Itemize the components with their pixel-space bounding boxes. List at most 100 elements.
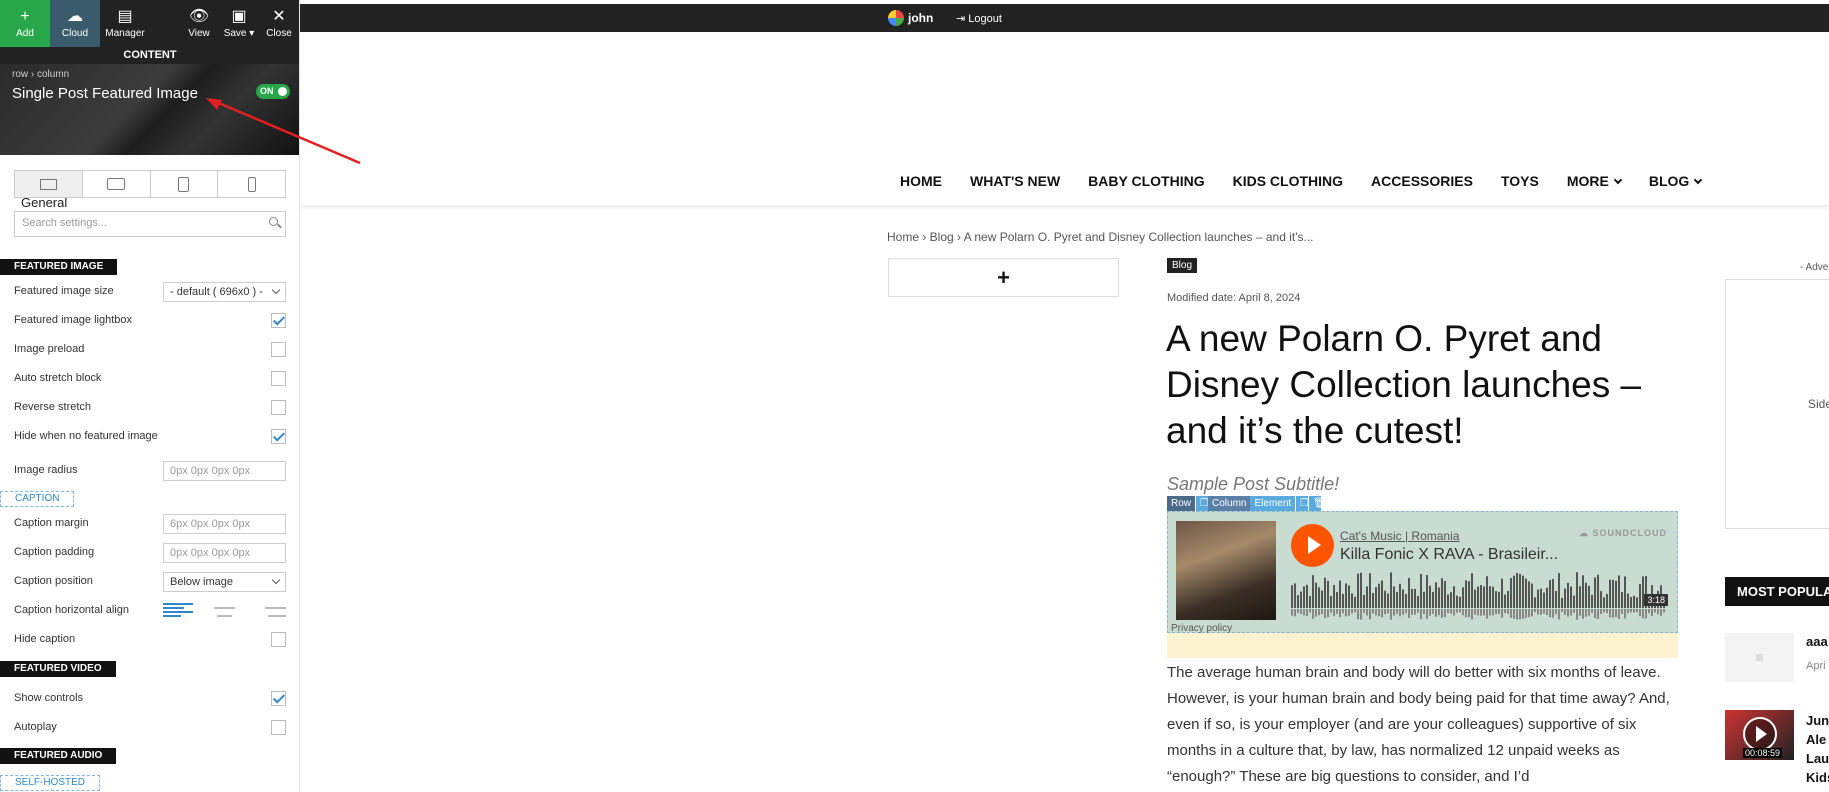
waveform-bar (1543, 592, 1545, 608)
caption-padding-input[interactable]: 0px 0px 0px 0px (163, 543, 286, 563)
nav-item-accessories[interactable]: ACCESSORIES (1371, 173, 1473, 189)
waveform-reflection (1525, 609, 1527, 618)
admin-user[interactable]: john (888, 10, 933, 26)
waveform-reflection (1648, 609, 1650, 614)
nav-item-baby-clothing[interactable]: BABY CLOTHING (1088, 173, 1204, 189)
device-switcher (14, 170, 286, 198)
view-button[interactable]: 👁 View (179, 0, 219, 47)
waveform-bar (1321, 590, 1323, 608)
category-badge[interactable]: Blog (1167, 258, 1198, 273)
waveform-reflection (1375, 609, 1377, 616)
setting-reverse: Reverse stretch (14, 398, 286, 418)
popular-thumb-2[interactable]: 00:08:59 (1725, 710, 1794, 760)
desktop-icon[interactable] (15, 171, 83, 197)
stretch-checkbox[interactable] (271, 371, 286, 386)
popular-title-1[interactable]: aaa (1806, 634, 1828, 649)
element-toggle[interactable]: ON (256, 84, 290, 99)
waveform-reflection (1495, 609, 1497, 615)
nav-item-whats-new[interactable]: WHAT'S NEW (970, 173, 1060, 189)
settings-search-input[interactable]: Search settings... (14, 211, 286, 237)
waveform-reflection (1438, 609, 1440, 616)
trash-icon[interactable]: 🗑 (1308, 496, 1326, 511)
waveform[interactable] (1291, 572, 1668, 620)
waveform-bar (1468, 581, 1470, 608)
waveform-bar (1393, 586, 1395, 608)
waveform-reflection (1486, 609, 1488, 619)
track-artist[interactable]: Cat's Music | Romania (1340, 529, 1459, 543)
soundcloud-logo[interactable]: ☁ SOUNDCLOUD (1579, 528, 1667, 539)
waveform-bar (1420, 573, 1422, 608)
waveform-bar (1402, 589, 1404, 608)
waveform-bar (1537, 589, 1539, 608)
waveform-bar (1351, 593, 1353, 608)
waveform-bar (1378, 583, 1380, 608)
chevron-down-icon (1694, 175, 1703, 185)
track-title[interactable]: Killa Fonic X RAVA - Brasileir... (1340, 546, 1558, 564)
waveform-bar (1297, 594, 1299, 608)
image-radius-input[interactable]: 0px 0px 0px 0px (163, 461, 286, 481)
close-button[interactable]: ✕ Close (259, 0, 299, 47)
tablet-landscape-icon[interactable] (83, 171, 151, 197)
setting-caption-padding: Caption padding 0px 0px 0px 0px (14, 543, 286, 563)
nav-item-blog-wrap[interactable]: BLOG (1649, 173, 1703, 189)
setting-caption-position: Caption position Below image (14, 572, 286, 592)
waveform-bar (1459, 596, 1461, 608)
hide-no-image-checkbox[interactable] (271, 429, 286, 444)
save-button[interactable]: ▣ Save ▾ (219, 0, 259, 47)
align-center-icon[interactable] (210, 603, 240, 617)
waveform-bar (1390, 572, 1392, 608)
waveform-bar (1342, 593, 1344, 608)
waveform-reflection (1414, 609, 1416, 615)
autoplay-checkbox[interactable] (271, 720, 286, 735)
waveform-reflection (1501, 609, 1503, 618)
align-left-icon[interactable] (163, 603, 193, 617)
waveform-reflection (1555, 609, 1557, 615)
nav-item-toys[interactable]: TOYS (1501, 173, 1539, 189)
waveform-reflection (1420, 609, 1422, 620)
play-button[interactable] (1291, 524, 1334, 567)
show-controls-checkbox[interactable] (271, 691, 286, 706)
element-label[interactable]: Element (1250, 496, 1296, 511)
waveform-bar (1573, 595, 1575, 608)
phone-icon[interactable] (218, 171, 285, 197)
waveform-reflection (1456, 609, 1458, 613)
copy-icon[interactable]: ❐ (1195, 496, 1209, 511)
setting-caption-align: Caption horizontal align (14, 601, 286, 621)
caption-margin-input[interactable]: 6px 0px 0px 0px (163, 514, 286, 534)
row-label[interactable]: Row (1167, 496, 1196, 511)
waveform-bar (1291, 585, 1293, 608)
popular-thumb-1[interactable] (1725, 633, 1794, 682)
avatar (888, 10, 904, 26)
add-button[interactable]: + Add (0, 0, 50, 47)
waveform-reflection (1510, 609, 1512, 618)
manager-button[interactable]: ▤ Manager (100, 0, 150, 47)
reverse-checkbox[interactable] (271, 400, 286, 415)
preload-checkbox[interactable] (271, 342, 286, 357)
popular-title-2[interactable]: Jun Ale Lau Kids (1806, 711, 1829, 787)
caption-position-select[interactable]: Below image (163, 572, 286, 592)
align-right-icon[interactable] (256, 603, 286, 617)
breadcrumb[interactable]: Home › Blog › A new Polarn O. Pyret and … (887, 230, 1314, 244)
waveform-bar (1324, 577, 1326, 608)
waveform-bar (1318, 587, 1320, 608)
waveform-reflection (1378, 609, 1380, 617)
add-block-button[interactable]: + (888, 258, 1119, 297)
cloud-button[interactable]: ☁ Cloud (50, 0, 100, 47)
waveform-bar (1528, 581, 1530, 608)
waveform-reflection (1453, 609, 1455, 616)
column-label[interactable]: Column (1208, 496, 1251, 511)
waveform-reflection (1435, 609, 1437, 617)
logout-link[interactable]: ⇥ Logout (956, 12, 1002, 25)
lightbox-checkbox[interactable] (271, 313, 286, 328)
nav-item-kids-clothing[interactable]: KIDS CLOTHING (1233, 173, 1343, 189)
hide-caption-checkbox[interactable] (271, 632, 286, 647)
waveform-bar (1579, 586, 1581, 608)
waveform-bar (1309, 595, 1311, 608)
element-breadcrumb[interactable]: row › column (12, 69, 69, 80)
nav-item-more-wrap[interactable]: MORE (1567, 173, 1623, 189)
tablet-portrait-icon[interactable] (151, 171, 219, 197)
image-size-select[interactable]: - default ( 696x0 ) - (163, 282, 286, 302)
copy-icon[interactable]: ❐ (1295, 496, 1309, 511)
waveform-bar (1354, 596, 1356, 608)
nav-item-home[interactable]: HOME (900, 173, 942, 189)
